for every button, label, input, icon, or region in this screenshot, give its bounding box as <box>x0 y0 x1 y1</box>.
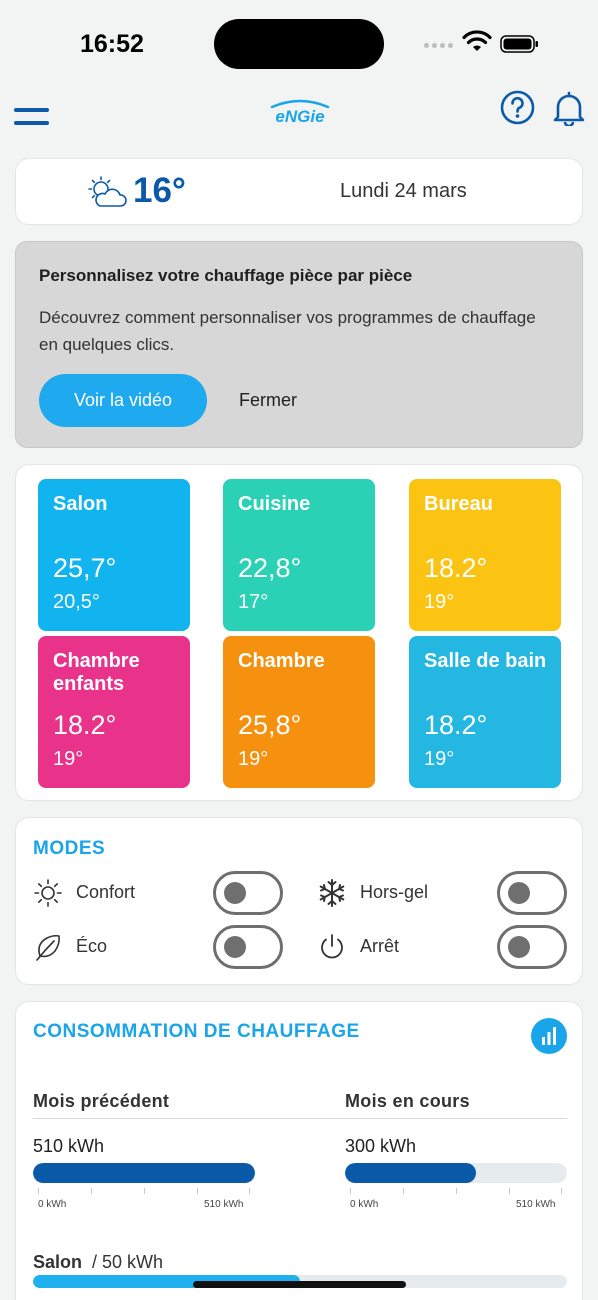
previous-scale-ticks <box>38 1188 250 1194</box>
rooms-grid: Salon 25,7° 20,5° Cuisine 22,8° 17° Bure… <box>15 464 583 801</box>
promo-banner: Personnalisez votre chauffage pièce par … <box>15 241 583 448</box>
cellular-signal-icon <box>424 43 453 48</box>
room-tile-salon[interactable]: Salon 25,7° 20,5° <box>38 479 190 631</box>
room-name: Salon <box>53 493 108 515</box>
room-setpoint: 20,5° <box>53 591 100 613</box>
previous-scale-min: 0 kWh <box>38 1199 67 1210</box>
current-scale-ticks <box>350 1188 562 1194</box>
room-tile-chambre-enfants[interactable]: Chambre enfants 18.2° 19° <box>38 636 190 788</box>
room-name: Salle de bain <box>424 650 547 672</box>
consumption-card: CONSOMMATION DE CHAUFFAGE Mois précédent… <box>15 1001 583 1300</box>
home-indicator <box>193 1281 406 1288</box>
room-tile-bureau[interactable]: Bureau 18.2° 19° <box>409 479 561 631</box>
help-icon[interactable] <box>500 90 535 125</box>
power-icon <box>321 934 343 959</box>
room-tile-cuisine[interactable]: Cuisine 22,8° 17° <box>223 479 375 631</box>
previous-month-bar <box>33 1163 255 1183</box>
previous-month-label: Mois précédent <box>33 1091 170 1111</box>
room-tile-chambre[interactable]: Chambre 25,8° 19° <box>223 636 375 788</box>
weather-card: 16° Lundi 24 mars <box>15 158 583 225</box>
status-bar: 16:52 <box>0 0 598 88</box>
room-setpoint: 19° <box>424 591 455 613</box>
room-consumption-label: Salon / 50 kWh <box>33 1252 163 1273</box>
previous-scale-max: 510 kWh <box>204 1199 244 1210</box>
room-setpoint: 19° <box>424 748 455 770</box>
room-temperature: 18.2° <box>424 553 488 583</box>
room-name: Chambre <box>238 650 325 672</box>
room-name: Bureau <box>424 493 493 515</box>
promo-title: Personnalisez votre chauffage pièce par … <box>39 266 413 285</box>
snowflake-icon <box>319 879 345 907</box>
current-date: Lundi 24 mars <box>340 180 467 202</box>
notification-bell-icon[interactable] <box>552 90 586 126</box>
toggle-eco[interactable] <box>213 925 283 969</box>
room-tile-salle-de-bain[interactable]: Salle de bain 18.2° 19° <box>409 636 561 788</box>
previous-month-bar-fill <box>33 1163 255 1183</box>
status-time: 16:52 <box>80 30 144 58</box>
dynamic-island <box>214 19 384 69</box>
wifi-icon <box>462 30 492 51</box>
room-setpoint: 19° <box>53 748 84 770</box>
leaf-icon <box>36 934 60 961</box>
room-temperature: 18.2° <box>53 710 117 740</box>
room-consumption-value: / 50 kWh <box>92 1252 164 1272</box>
current-scale-min: 0 kWh <box>350 1199 379 1210</box>
bar-chart-icon <box>542 1027 556 1045</box>
mode-label-confort: Confort <box>76 882 136 902</box>
divider <box>33 1118 567 1119</box>
current-month-label: Mois en cours <box>345 1091 470 1111</box>
current-month-bar-fill <box>345 1163 476 1183</box>
watch-video-button[interactable]: Voir la vidéo <box>39 374 207 427</box>
room-temperature: 22,8° <box>238 553 302 583</box>
modes-card: MODES Confort Hors-gel Éco Arrêt <box>15 817 583 985</box>
mode-label-eco: Éco <box>76 936 108 956</box>
current-temperature: 16° <box>133 171 186 210</box>
mode-label-hors-gel: Hors-gel <box>360 882 429 902</box>
close-banner-button[interactable]: Fermer <box>239 390 297 411</box>
toggle-confort[interactable] <box>213 871 283 915</box>
toggle-arret[interactable] <box>497 925 567 969</box>
room-consumption-name: Salon <box>33 1252 83 1272</box>
room-name: Cuisine <box>238 493 311 515</box>
sun-icon <box>34 879 62 907</box>
consumption-title: CONSOMMATION DE CHAUFFAGE <box>33 1021 360 1042</box>
room-setpoint: 19° <box>238 748 269 770</box>
menu-button[interactable] <box>14 98 50 125</box>
svg-text:eNGie: eNGie <box>275 107 324 124</box>
room-name: Chambre enfants <box>53 650 140 695</box>
partly-cloudy-icon <box>88 176 127 207</box>
room-temperature: 18.2° <box>424 710 488 740</box>
room-temperature: 25,8° <box>238 710 302 740</box>
room-temperature: 25,7° <box>53 553 117 583</box>
current-month-value: 300 kWh <box>345 1136 417 1156</box>
battery-icon <box>500 35 538 53</box>
mode-label-arret: Arrêt <box>360 936 400 956</box>
engie-logo: eNGie <box>270 99 330 124</box>
modes-title: MODES <box>33 838 106 859</box>
current-scale-max: 510 kWh <box>516 1199 556 1210</box>
previous-month-value: 510 kWh <box>33 1136 105 1156</box>
chart-button[interactable] <box>531 1018 567 1054</box>
current-month-bar <box>345 1163 567 1183</box>
toggle-hors-gel[interactable] <box>497 871 567 915</box>
promo-text: Découvrez comment personnaliser vos prog… <box>39 308 536 354</box>
room-setpoint: 17° <box>238 591 269 613</box>
app-header: eNGie <box>0 88 598 144</box>
